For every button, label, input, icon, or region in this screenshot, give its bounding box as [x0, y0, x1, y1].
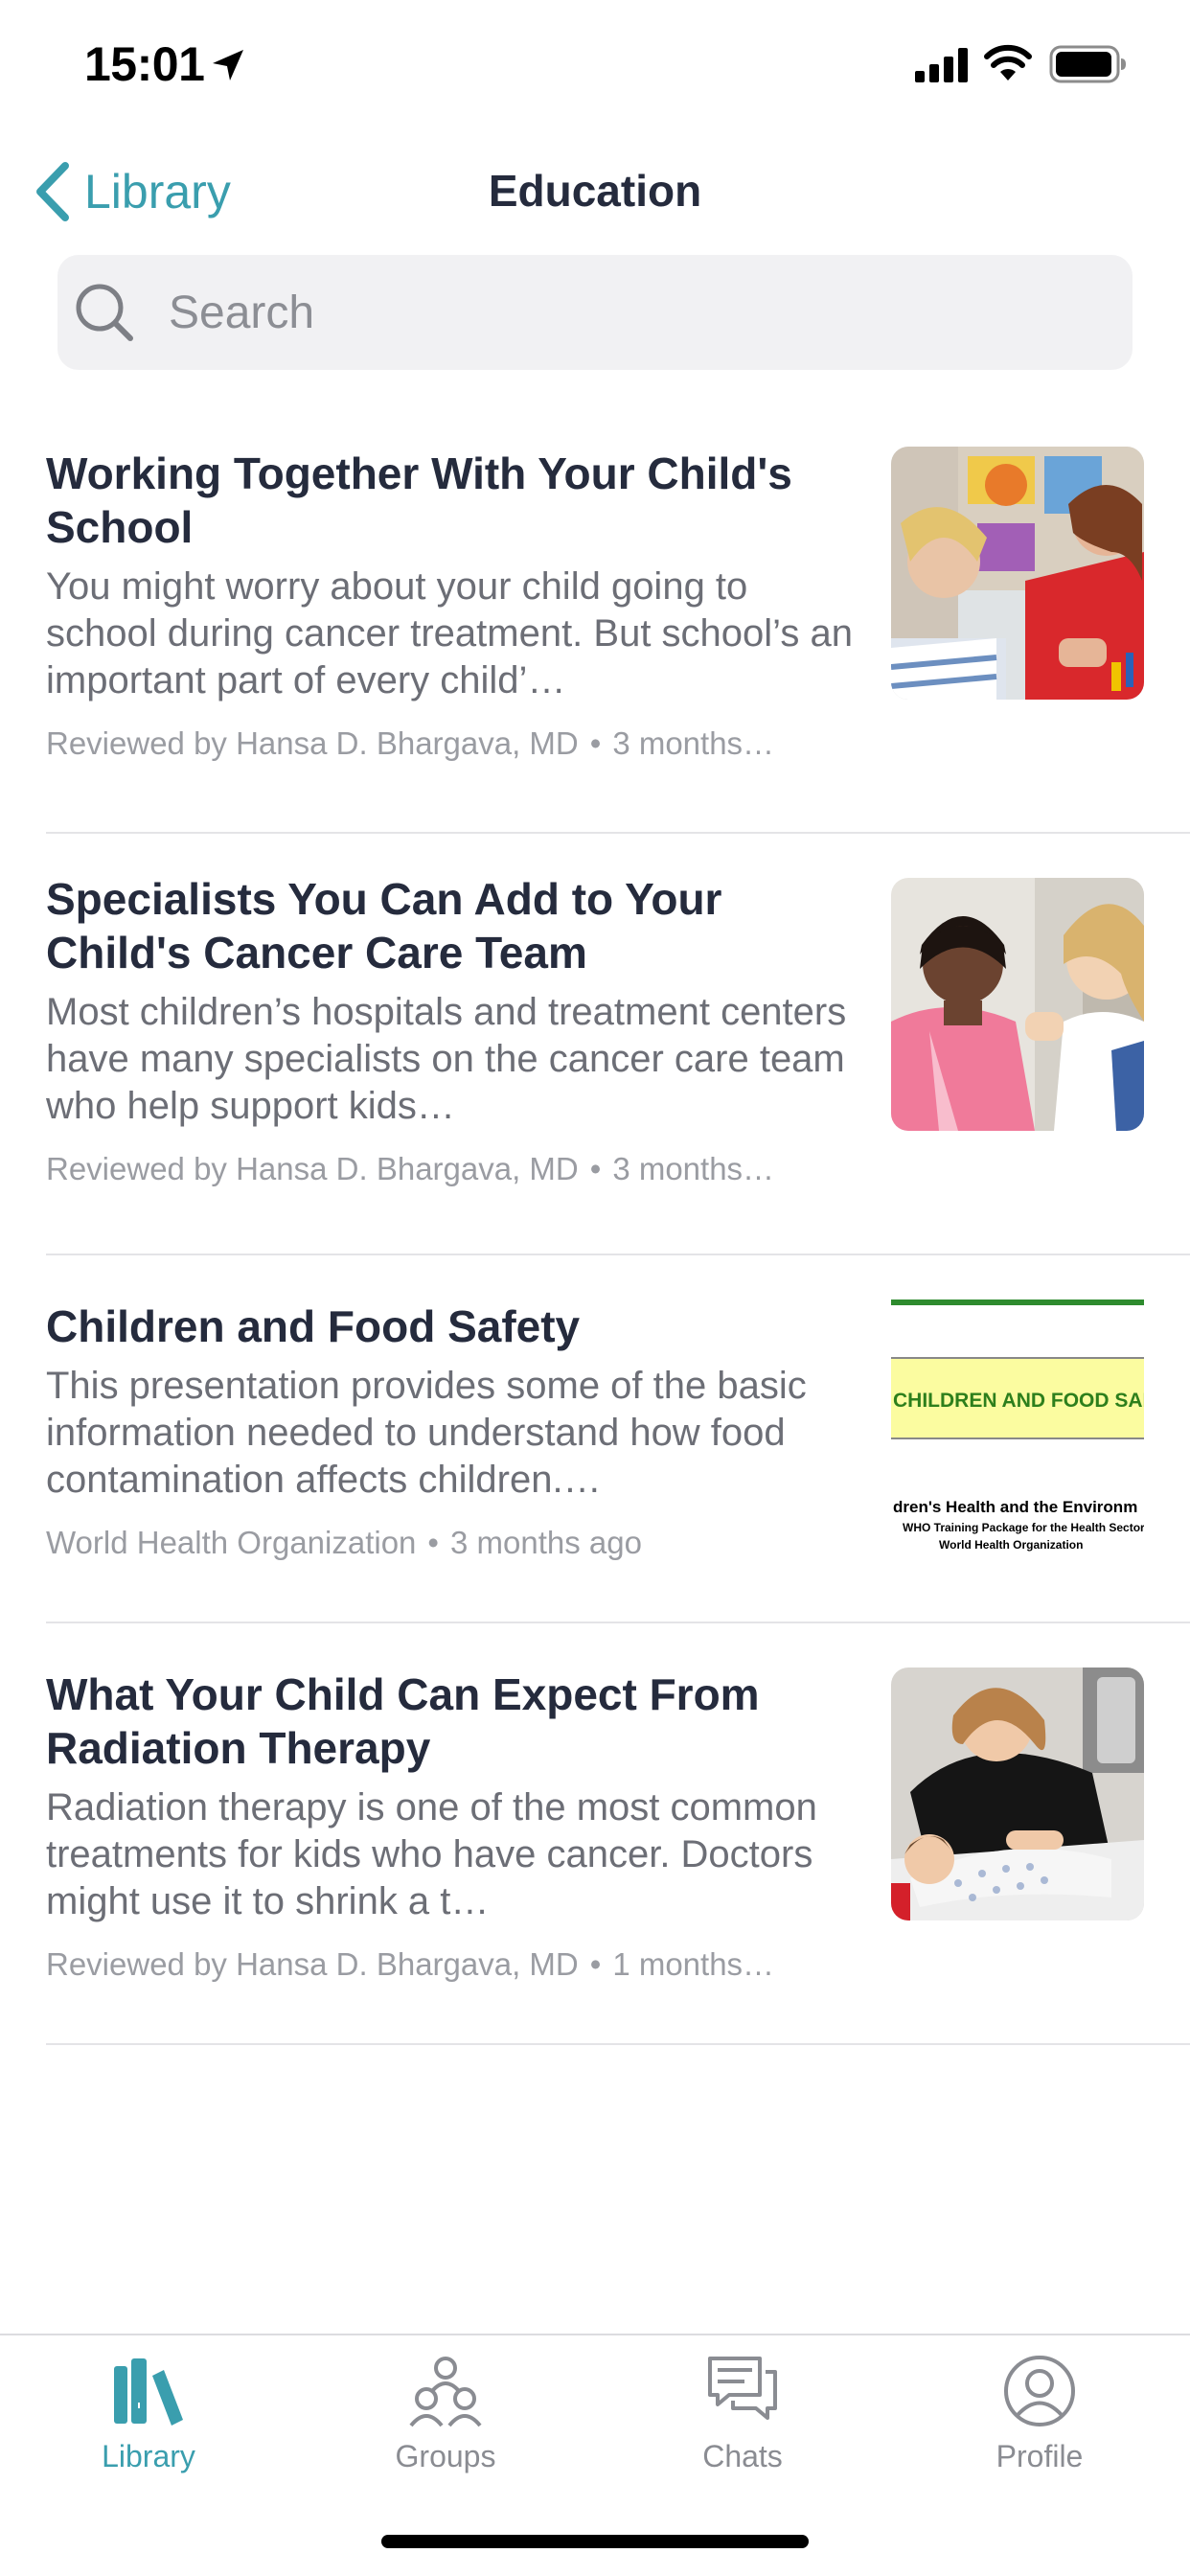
navigation-bar: Library Education	[0, 144, 1190, 240]
tab-groups[interactable]: Groups	[350, 2353, 541, 2474]
article-title: What Your Child Can Expect From Radiatio…	[46, 1669, 760, 1773]
books-icon	[114, 2358, 183, 2426]
meta-separator: •	[589, 1946, 602, 1982]
article-thumbnail	[891, 878, 1144, 1131]
article-item[interactable]: Working Together With Your Child's Schoo…	[46, 412, 1190, 834]
article-text: Children and Food Safety This presentati…	[46, 1255, 853, 1561]
tab-label: Chats	[702, 2439, 783, 2473]
chats-icon	[708, 2357, 777, 2420]
article-title: Children and Food Safety	[46, 1301, 581, 1351]
article-thumbnail: CHILDREN AND FOOD SAFE dren's Health and…	[891, 1300, 1144, 1552]
search-icon	[76, 284, 133, 341]
article-text: What Your Child Can Expect From Radiatio…	[46, 1623, 853, 1983]
article-summary: Most children’s hospitals and treatment …	[46, 991, 847, 1127]
article-list: Working Together With Your Child's Schoo…	[0, 412, 1190, 2045]
tab-profile[interactable]: Profile	[944, 2353, 1135, 2474]
slide-org-text: World Health Organization	[939, 1538, 1083, 1552]
groups-icon	[409, 2357, 482, 2427]
article-meta: Reviewed by Hansa D. Bhargava, MD • 1 mont…	[46, 1946, 853, 1983]
profile-icon	[1004, 2356, 1075, 2426]
battery-icon	[1049, 45, 1126, 83]
article-title: Working Together With Your Child's Schoo…	[46, 448, 792, 552]
article-summary: This presentation provides some of the b…	[46, 1365, 807, 1501]
article-title: Specialists You Can Add to Your Child's …	[46, 874, 722, 978]
radiation-therapy-photo	[891, 1668, 1144, 1920]
tab-label: Library	[102, 2439, 195, 2473]
slide-title-text: CHILDREN AND FOOD SAFE	[893, 1390, 1144, 1412]
home-indicator[interactable]	[381, 2535, 809, 2548]
article-summary: Radiation therapy is one of the most com…	[46, 1786, 817, 1922]
slide-caption-text: WHO Training Package for the Health Sect…	[903, 1521, 1144, 1534]
article-date: 3 months…	[612, 725, 775, 761]
search-bar[interactable]	[57, 255, 1133, 370]
article-date: 3 months…	[612, 1151, 775, 1186]
slide-subtitle-text: dren's Health and the Environm	[893, 1498, 1137, 1516]
article-meta: Reviewed by Hansa D. Bhargava, MD • 3 mont…	[46, 725, 853, 762]
article-text: Working Together With Your Child's Schoo…	[46, 412, 853, 762]
classroom-photo	[891, 447, 1144, 700]
article-source: Reviewed by Hansa D. Bhargava, MD	[46, 725, 579, 761]
status-time: 15:01	[84, 37, 205, 91]
article-meta: Reviewed by Hansa D. Bhargava, MD • 3 mont…	[46, 1151, 853, 1187]
search-input[interactable]	[169, 286, 1031, 339]
article-text: Specialists You Can Add to Your Child's …	[46, 834, 853, 1187]
page-title: Education	[488, 166, 702, 216]
article-thumbnail	[891, 447, 1144, 700]
article-source: Reviewed by Hansa D. Bhargava, MD	[46, 1946, 579, 1982]
tab-label: Profile	[995, 2439, 1084, 2473]
presentation-slide-thumbnail: CHILDREN AND FOOD SAFE dren's Health and…	[891, 1300, 1144, 1552]
article-date: 1 months…	[612, 1946, 775, 1982]
location-arrow-icon	[213, 50, 243, 80]
article-item[interactable]: Children and Food Safety This presentati…	[46, 1255, 1190, 1623]
wifi-icon	[984, 44, 1032, 80]
meta-separator: •	[589, 725, 602, 761]
article-item[interactable]: Specialists You Can Add to Your Child's …	[46, 834, 1190, 1255]
article-source: World Health Organization	[46, 1525, 417, 1560]
article-date: 3 months ago	[449, 1525, 642, 1560]
article-item[interactable]: What Your Child Can Expect From Radiatio…	[46, 1623, 1190, 2045]
cellular-signal-icon	[915, 48, 968, 82]
article-thumbnail	[891, 1668, 1144, 1920]
article-meta: World Health Organization • 3 months ago	[46, 1525, 853, 1561]
status-bar: 15:01	[0, 0, 1190, 134]
tab-chats[interactable]: Chats	[647, 2353, 838, 2474]
tab-library[interactable]: Library	[53, 2353, 244, 2474]
doctor-consult-photo	[891, 878, 1144, 1131]
meta-separator: •	[589, 1151, 602, 1186]
meta-separator: •	[427, 1525, 439, 1560]
article-summary: You might worry about your child going t…	[46, 565, 853, 702]
tab-label: Groups	[395, 2439, 496, 2473]
article-source: Reviewed by Hansa D. Bhargava, MD	[46, 1151, 579, 1186]
